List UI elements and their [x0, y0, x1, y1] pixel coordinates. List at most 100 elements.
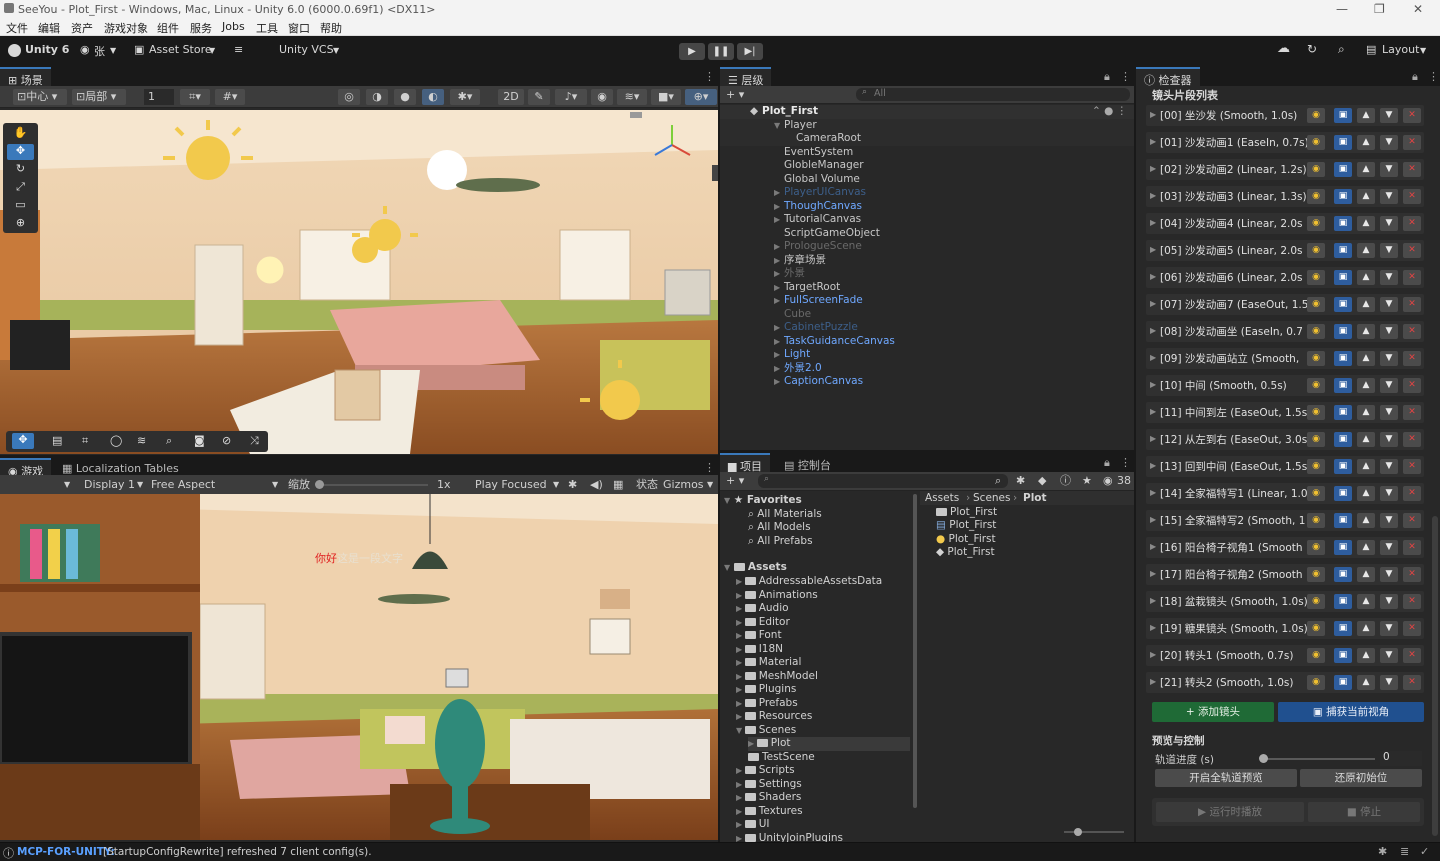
more-options-icon[interactable]: ⋮ [704, 70, 715, 83]
more-options-icon[interactable]: ⋮ [1428, 70, 1439, 83]
chevron-right-icon[interactable]: ▶ [774, 267, 780, 281]
shuffle-overlay-icon[interactable]: ⤨ [250, 434, 259, 448]
menu-tools[interactable]: 工具 [256, 20, 278, 36]
move-up-icon[interactable]: ▲ [1357, 324, 1375, 339]
hierarchy-item[interactable]: Global Volume [720, 173, 1134, 187]
preview-eye-icon[interactable]: ◉ [1307, 513, 1325, 528]
vcs-button[interactable]: Unity VCS [279, 43, 334, 56]
chevron-right-icon[interactable]: ▶ [774, 321, 780, 335]
track-value-input[interactable]: 0 [1380, 751, 1422, 766]
capture-camera-icon[interactable]: ▣ [1334, 162, 1352, 177]
folder-item[interactable]: ▶ Resources [736, 710, 812, 724]
gizmos-button[interactable]: Gizmos [663, 477, 704, 493]
folder-item[interactable]: ▶ Font [736, 629, 782, 643]
chevron-right-icon[interactable]: ▶ [774, 200, 780, 214]
move-down-icon[interactable]: ▼ [1380, 594, 1398, 609]
chevron-right-icon[interactable]: ▶ [1150, 407, 1156, 416]
folder-item[interactable]: ▶ Material [736, 656, 801, 670]
hierarchy-item[interactable]: Cube [720, 308, 1134, 322]
chevron-right-icon[interactable]: ▶ [1150, 326, 1156, 335]
folder-item[interactable]: ▶ AddressableAssetsData [736, 575, 882, 589]
move-down-icon[interactable]: ▼ [1380, 486, 1398, 501]
scale-slider-handle[interactable] [315, 480, 324, 489]
delete-icon[interactable]: ✕ [1403, 567, 1421, 582]
snap-icon[interactable]: ⌗▾ [180, 89, 210, 105]
move-down-icon[interactable]: ▼ [1380, 351, 1398, 366]
icon-size-handle[interactable] [1074, 828, 1082, 836]
delete-icon[interactable]: ✕ [1403, 189, 1421, 204]
chevron-right-icon[interactable]: ▶ [736, 672, 745, 681]
delete-icon[interactable]: ✕ [1403, 162, 1421, 177]
delete-icon[interactable]: ✕ [1403, 378, 1421, 393]
folder-item[interactable]: ▶ Editor [736, 616, 790, 630]
favorite-item[interactable]: ⌕ All Materials [748, 508, 822, 522]
preview-eye-icon[interactable]: ◉ [1307, 135, 1325, 150]
move-down-icon[interactable]: ▼ [1380, 135, 1398, 150]
move-tool-icon[interactable]: ✥ [7, 144, 34, 160]
chevron-right-icon[interactable]: ▶ [736, 604, 745, 613]
chevron-right-icon[interactable]: ▶ [736, 591, 745, 600]
delete-icon[interactable]: ✕ [1403, 135, 1421, 150]
camera-icon[interactable]: ■▾ [651, 89, 681, 105]
hierarchy-item[interactable]: ▶ TaskGuidanceCanvas [720, 335, 1134, 349]
display-dropdown[interactable]: Display 1 [84, 477, 135, 493]
move-up-icon[interactable]: ▲ [1357, 594, 1375, 609]
chevron-down-icon[interactable]: ▼ [707, 477, 713, 493]
layers-icon[interactable]: ≋▾ [617, 89, 647, 105]
move-up-icon[interactable]: ▲ [1357, 459, 1375, 474]
pivot-overlay-icon[interactable]: ▤ [52, 434, 62, 447]
search-filter-icon[interactable]: ⌕ [995, 473, 1001, 489]
move-down-icon[interactable]: ▼ [1380, 540, 1398, 555]
account-button[interactable]: 张 [94, 43, 105, 59]
tab-console[interactable]: ▤ 控制台 [776, 454, 839, 472]
more-options-icon[interactable]: ⋮ [1120, 456, 1131, 469]
chevron-right-icon[interactable]: ▶ [1150, 272, 1156, 281]
chevron-right-icon[interactable]: ▶ [736, 685, 745, 694]
move-up-icon[interactable]: ▲ [1357, 189, 1375, 204]
capture-camera-icon[interactable]: ▣ [1334, 297, 1352, 312]
more-options-icon[interactable]: ⋮ [1120, 70, 1131, 83]
mute-audio-icon[interactable]: ◀) [590, 477, 603, 493]
game-viewport[interactable]: 你好这是一段文字 [0, 494, 718, 840]
move-up-icon[interactable]: ▲ [1357, 513, 1375, 528]
hierarchy-item[interactable]: ▶ FullScreenFade [720, 294, 1134, 308]
search-overlay-icon[interactable]: ⌕ [166, 434, 172, 448]
shot-item[interactable]: ▶ [21] 转头2 (Smooth, 1.0s) ◉ ▣ ▲ ▼ ✕ [1146, 672, 1424, 693]
stop-button[interactable]: ■ 停止 [1308, 802, 1420, 822]
move-down-icon[interactable]: ▼ [1380, 432, 1398, 447]
chevron-right-icon[interactable]: ▶ [1150, 353, 1156, 362]
folder-item[interactable]: ▶ Settings [736, 778, 802, 792]
hierarchy-search-input[interactable]: ⌕ All [856, 87, 1130, 101]
rotate-tool-icon[interactable]: ↻ [7, 162, 34, 178]
chevron-down-icon[interactable]: ▼ [209, 46, 215, 55]
chevron-right-icon[interactable]: ▶ [736, 645, 745, 654]
shot-item[interactable]: ▶ [06] 沙发动画6 (Linear, 2.0s ◉ ▣ ▲ ▼ ✕ [1146, 267, 1424, 288]
chevron-right-icon[interactable]: ▶ [736, 712, 745, 721]
add-object-button[interactable]: + ▾ [726, 87, 744, 103]
favorite-icon[interactable]: ★ [1082, 473, 1092, 489]
history-icon[interactable]: ↻ [1307, 42, 1317, 56]
folder-item[interactable]: ▶ Animations [736, 589, 818, 603]
preview-eye-icon[interactable]: ◉ [1307, 621, 1325, 636]
capture-camera-icon[interactable]: ▣ [1334, 108, 1352, 123]
favorite-item[interactable]: ⌕ All Prefabs [748, 535, 813, 549]
bug-icon[interactable]: ✱ [568, 477, 577, 493]
preview-eye-icon[interactable]: ◉ [1307, 459, 1325, 474]
add-shot-button[interactable]: + 添加镜头 [1152, 702, 1274, 722]
move-overlay-icon[interactable]: ✥ [12, 433, 34, 449]
delete-icon[interactable]: ✕ [1403, 486, 1421, 501]
delete-icon[interactable]: ✕ [1403, 513, 1421, 528]
capture-camera-icon[interactable]: ▣ [1334, 621, 1352, 636]
move-up-icon[interactable]: ▲ [1357, 486, 1375, 501]
move-up-icon[interactable]: ▲ [1357, 135, 1375, 150]
shot-item[interactable]: ▶ [01] 沙发动画1 (EaseIn, 0.7s) ◉ ▣ ▲ ▼ ✕ [1146, 132, 1424, 153]
chevron-right-icon[interactable]: ▶ [1150, 488, 1156, 497]
layers-overlay-icon[interactable]: ≋ [137, 434, 146, 447]
asset-store-button[interactable]: Asset Store [149, 43, 212, 56]
delete-icon[interactable]: ✕ [1403, 324, 1421, 339]
chevron-right-icon[interactable]: ▶ [736, 631, 745, 640]
shot-item[interactable]: ▶ [05] 沙发动画5 (Linear, 2.0s ◉ ▣ ▲ ▼ ✕ [1146, 240, 1424, 261]
restore-button[interactable]: 还原初始位 [1300, 769, 1422, 787]
hierarchy-item[interactable]: GlobleManager [720, 159, 1134, 173]
chevron-down-icon[interactable]: ▼ [1420, 46, 1426, 55]
